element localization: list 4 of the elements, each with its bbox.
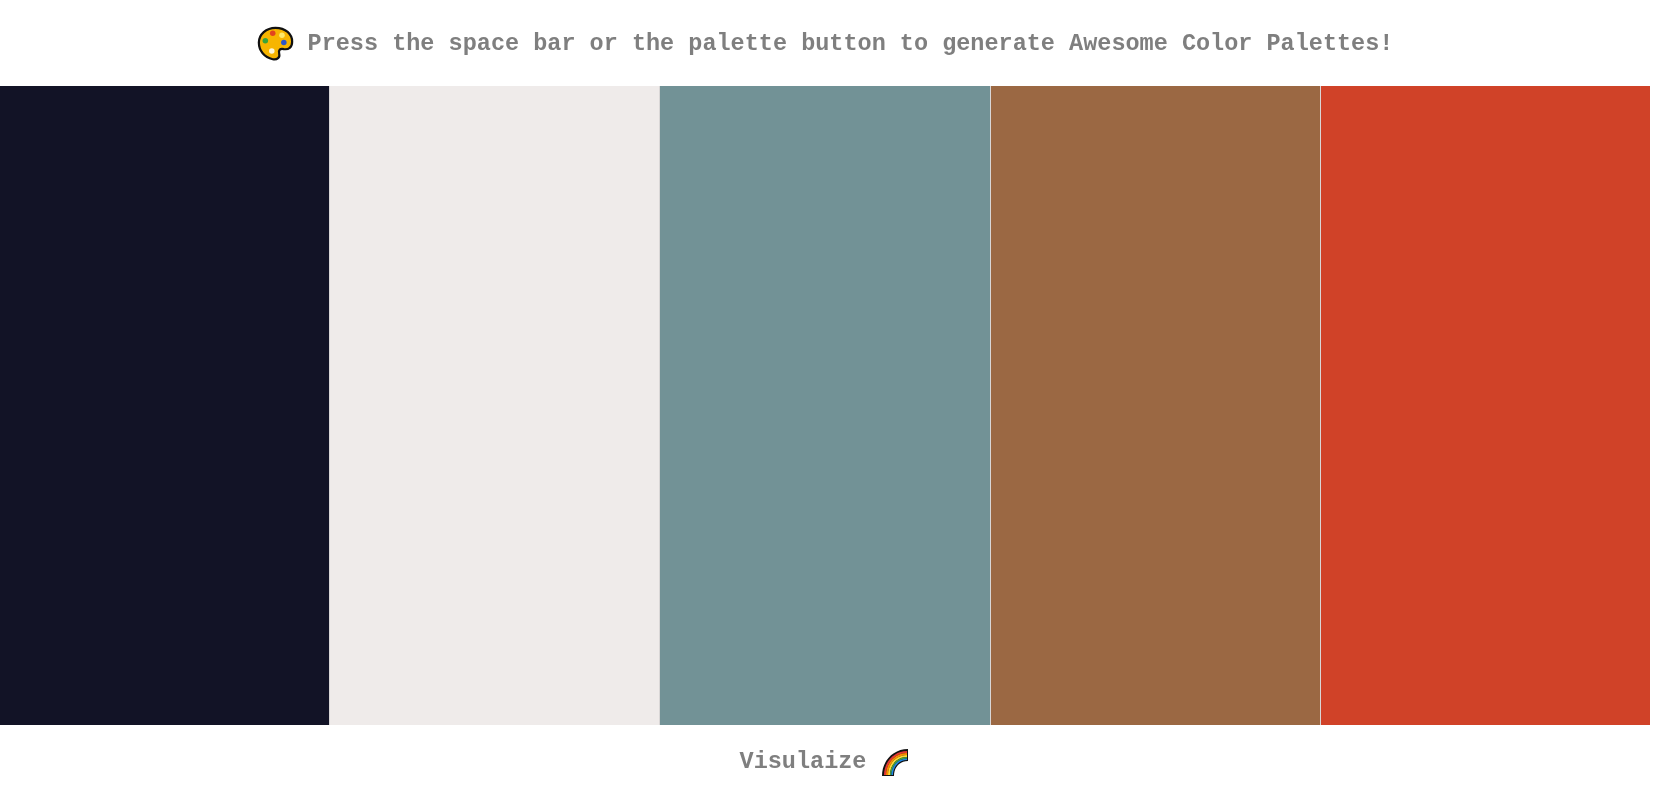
visualize-link[interactable]: Visulaize bbox=[739, 746, 911, 777]
instruction-text: Press the space bar or the palette button to generate Awesome Color Palettes! bbox=[307, 29, 1394, 57]
palette-icon bbox=[256, 24, 294, 62]
rainbow-icon bbox=[880, 746, 911, 777]
